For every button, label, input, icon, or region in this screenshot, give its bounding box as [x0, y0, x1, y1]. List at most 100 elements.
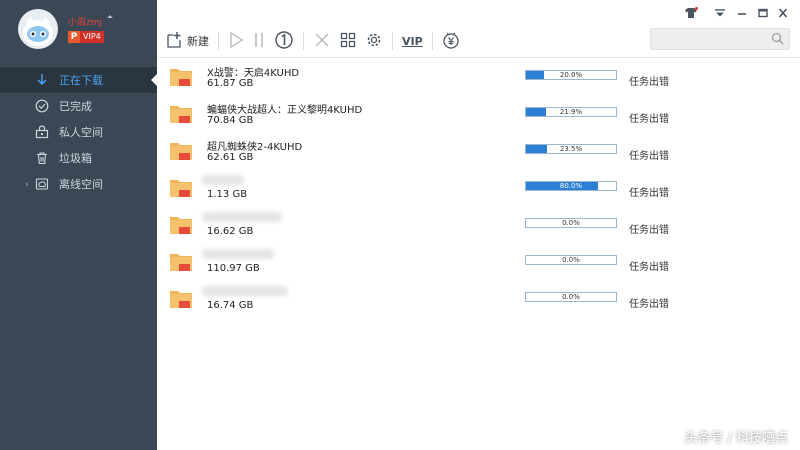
pause-icon — [253, 31, 265, 52]
sidebar-item-completed[interactable]: 已完成 — [0, 93, 157, 119]
start-button[interactable] — [228, 31, 244, 52]
task-status: 任务出错 — [629, 225, 669, 236]
task-row[interactable]: 16.74 GB 0.0% 任务出错 — [157, 282, 800, 319]
task-status: 任务出错 — [629, 188, 669, 199]
blurred-task-name — [202, 249, 274, 259]
task-toolbar: 新建 VIP — [165, 30, 469, 52]
top-toolbar: 新建 VIP — [157, 0, 800, 58]
progress-label: 23.5% — [559, 145, 583, 153]
user-menu-caret-icon[interactable] — [107, 15, 113, 21]
bt-folder-icon — [169, 140, 193, 162]
task-row[interactable]: 蝙蝠侠大战超人：正义黎明4KUHD 70.84 GB 21.9% 任务出错 — [157, 97, 800, 134]
new-task-button[interactable]: 新建 — [165, 31, 209, 52]
progress-bar: 0.0% — [525, 255, 617, 265]
avatar[interactable] — [18, 9, 58, 49]
progress-bar: 20.0% — [525, 70, 617, 80]
progress-bar: 80.0% — [525, 181, 617, 191]
task-row[interactable]: X战警：天启4KUHD 61.87 GB 20.0% 任务出错 — [157, 60, 800, 97]
progress-bar: 21.9% — [525, 107, 617, 117]
task-size: 61.87 GB — [207, 78, 254, 89]
trash-icon — [34, 150, 50, 166]
task-row[interactable]: 1.13 GB 80.0% 任务出错 — [157, 171, 800, 208]
task-size: 16.62 GB — [207, 226, 254, 237]
download-arrow-icon — [34, 72, 50, 88]
progress-label: 0.0% — [562, 219, 580, 227]
delete-button[interactable] — [313, 31, 331, 52]
sidebar-item-label: 正在下载 — [59, 74, 103, 87]
vip-button[interactable]: VIP — [402, 35, 423, 48]
sidebar-item-offline-space[interactable]: › 离线空间 — [0, 171, 157, 197]
sidebar-nav: 正在下载 已完成 私人空间 垃圾箱 › 离线空间 — [0, 67, 157, 197]
task-row[interactable]: 超凡蜘蛛侠2-4KUHD 62.61 GB 23.5% 任务出错 — [157, 134, 800, 171]
username[interactable]: 小周zmj — [68, 15, 102, 28]
pause-button[interactable] — [253, 31, 265, 52]
minimize-icon[interactable] — [735, 6, 749, 20]
sidebar-item-trash[interactable]: 垃圾箱 — [0, 145, 157, 171]
blurred-task-name — [202, 212, 282, 222]
progress-label: 80.0% — [559, 182, 583, 190]
sidebar: 小周zmj P VIP4 正在下载 已完成 私人空间 垃圾箱 › 离线空间 — [0, 0, 157, 450]
progress-label: 20.0% — [559, 71, 583, 79]
task-size: 16.74 GB — [207, 300, 254, 311]
task-size: 1.13 GB — [207, 189, 248, 200]
progress-label: 21.9% — [559, 108, 583, 116]
task-status: 任务出错 — [629, 77, 669, 88]
close-icon[interactable] — [776, 6, 790, 20]
bt-folder-icon — [169, 288, 193, 310]
progress-bar: 0.0% — [525, 292, 617, 302]
toolbar-divider — [303, 32, 304, 50]
new-file-icon — [165, 31, 183, 52]
priority-button[interactable] — [274, 30, 294, 53]
progress-label: 0.0% — [562, 293, 580, 301]
vip-level-badge[interactable]: VIP4 — [80, 31, 104, 43]
dropdown-menu-icon[interactable] — [713, 6, 727, 20]
sidebar-item-label: 离线空间 — [59, 178, 103, 191]
task-status: 任务出错 — [629, 299, 669, 310]
gear-icon — [365, 31, 383, 52]
user-badges: P VIP4 — [68, 31, 104, 43]
cloud-offline-icon — [34, 176, 50, 192]
task-size: 70.84 GB — [207, 115, 254, 126]
toolbar-divider — [218, 32, 219, 50]
x-delete-icon — [313, 31, 331, 52]
payment-button[interactable] — [442, 31, 460, 52]
task-name: 蝙蝠侠大战超人：正义黎明4KUHD — [207, 105, 363, 116]
grid-view-button[interactable] — [340, 32, 356, 51]
search-box[interactable] — [650, 28, 790, 50]
task-status: 任务出错 — [629, 151, 669, 162]
user-profile: 小周zmj P VIP4 — [0, 0, 157, 64]
task-size: 62.61 GB — [207, 152, 254, 163]
account-badge: P — [68, 31, 80, 43]
toolbar-divider — [392, 32, 393, 50]
expand-chevron-icon[interactable]: › — [25, 180, 29, 190]
maximize-icon[interactable] — [756, 6, 770, 20]
bt-folder-icon — [169, 103, 193, 125]
task-row[interactable]: 110.97 GB 0.0% 任务出错 — [157, 245, 800, 282]
task-status: 任务出错 — [629, 114, 669, 125]
progress-bar: 23.5% — [525, 144, 617, 154]
watermark: 头条号 / 科技嘈点 — [684, 431, 788, 446]
progress-label: 0.0% — [562, 256, 580, 264]
sidebar-item-downloading[interactable]: 正在下载 — [0, 67, 157, 93]
sidebar-item-label: 私人空间 — [59, 126, 103, 139]
bt-folder-icon — [169, 214, 193, 236]
settings-button[interactable] — [365, 31, 383, 52]
sidebar-item-label: 垃圾箱 — [59, 152, 92, 165]
sidebar-item-private-space[interactable]: 私人空间 — [0, 119, 157, 145]
skin-shirt-icon[interactable] — [684, 6, 698, 20]
blurred-task-name — [202, 175, 244, 185]
task-row[interactable]: 16.62 GB 0.0% 任务出错 — [157, 208, 800, 245]
toolbar-divider — [431, 32, 433, 50]
play-icon — [228, 31, 244, 52]
bt-folder-icon — [169, 177, 193, 199]
bt-folder-icon — [169, 251, 193, 273]
bt-folder-icon — [169, 66, 193, 88]
number-one-circle-icon — [274, 30, 294, 53]
yuan-coin-icon — [442, 31, 460, 52]
progress-bar: 0.0% — [525, 218, 617, 228]
task-name: 超凡蜘蛛侠2-4KUHD — [207, 142, 303, 153]
task-size: 110.97 GB — [207, 263, 260, 274]
task-name: X战警：天启4KUHD — [207, 68, 300, 79]
blurred-task-name — [202, 286, 288, 296]
search-icon[interactable] — [771, 32, 784, 48]
